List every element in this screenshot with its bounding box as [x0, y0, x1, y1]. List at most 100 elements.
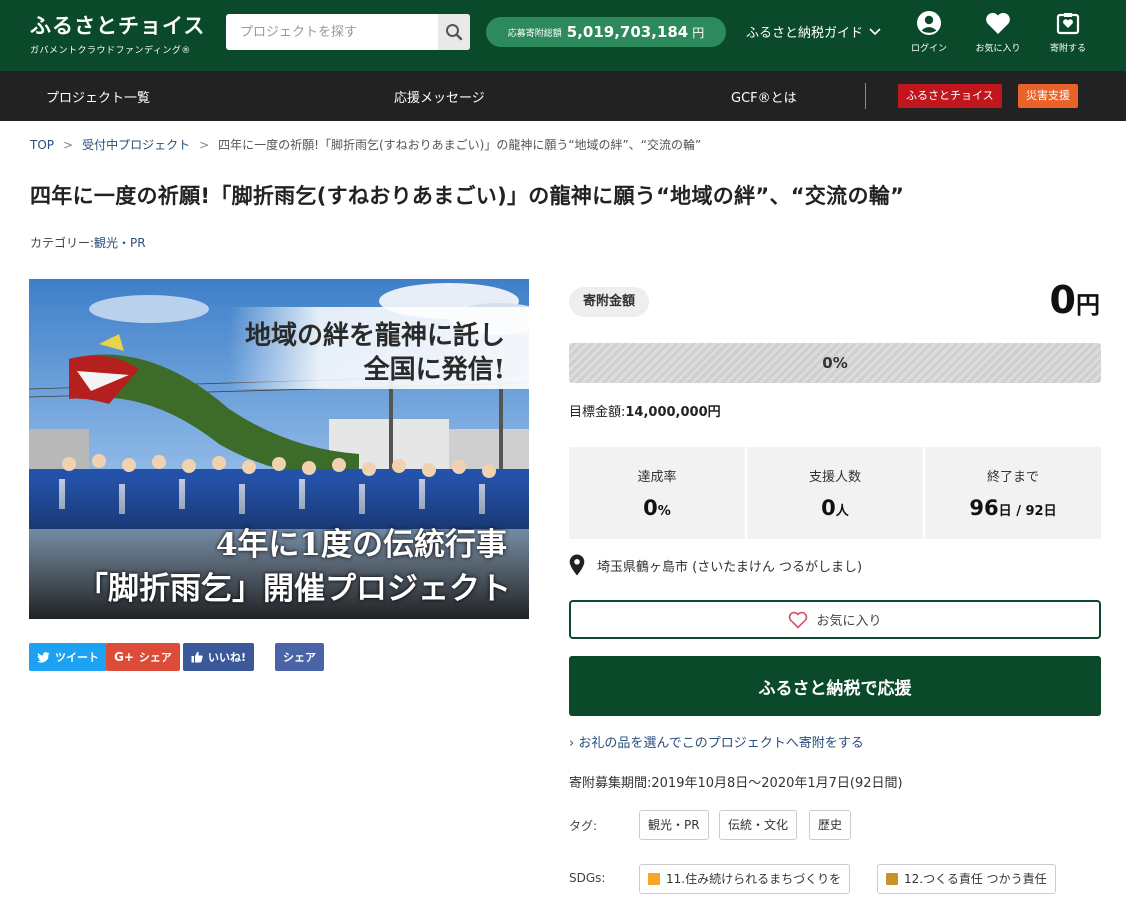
stat-time-remaining: 終了まで 96日 / 92日 [925, 447, 1101, 539]
sdgs-label: SDGs: [569, 871, 606, 885]
stat-supporters-value-line: 0人 [747, 496, 923, 520]
nav-project-list[interactable]: プロジェクト一覧 [46, 87, 150, 106]
goal-label: 目標金額: [569, 405, 626, 420]
sdg-12-label: 12.つくる責任 つかう責任 [904, 872, 1047, 886]
furusato-choice-badge[interactable]: ふるさとチョイス [898, 84, 1002, 108]
add-favorite-label: お気に入り [816, 614, 882, 629]
stat-remaining-label: 終了まで [986, 470, 1039, 485]
stat-supporters-value: 0 [821, 496, 836, 520]
search-input[interactable] [226, 14, 438, 50]
total-donation-value: 5,019,703,184 [566, 23, 689, 41]
main-nav: プロジェクト一覧 応援メッセージ GCF®とは ふるさとチョイス 災害支援 [0, 71, 1126, 121]
guide-dropdown[interactable]: ふるさと納税ガイド [746, 22, 881, 41]
furusato-tax-support-button[interactable]: ふるさと納税で応援 [569, 656, 1101, 716]
stat-achievement-rate: 達成率 0% [569, 447, 745, 539]
donate-label: 寄附する [1049, 44, 1086, 54]
donation-amount-value: 0円 [1050, 278, 1100, 322]
add-favorite-button[interactable]: お気に入り [569, 600, 1101, 639]
facebook-share-button[interactable]: シェア [275, 643, 324, 671]
donation-period: 寄附募集期間:2019年10月8日〜2020年1月7日(92日間) [569, 776, 903, 791]
tweet-button[interactable]: ツイート [29, 643, 107, 671]
donation-amount-label: 寄附金額 [569, 287, 650, 317]
breadcrumb-top[interactable]: TOP [30, 138, 54, 152]
category-link[interactable]: 観光・PR [94, 236, 146, 250]
stat-rate-value: 0 [643, 496, 658, 520]
logo-main-text: ふるさとチョイス [30, 13, 206, 38]
hero-caption-2: 全国に発信! [363, 355, 505, 385]
google-plus-icon: G+ [114, 650, 134, 664]
tag-item[interactable]: 歴史 [809, 810, 852, 840]
search-box [226, 14, 470, 50]
breadcrumb-current: 四年に一度の祈願!「脚折雨乞(すねおりあまごい)」の龍神に願う“地域の絆”、“交… [218, 138, 702, 152]
project-hero-image: 地域の絆を龍神に託し 全国に発信! 4年に1度の伝統行事 「脚折雨乞」開催プロジ… [29, 279, 529, 619]
funding-progress-bar: 0% [569, 343, 1101, 383]
sdg-item[interactable]: 11.住み続けられるまちづくりを [639, 864, 851, 894]
site-header: ふるさとチョイス ガバメントクラウドファンディング® 応募寄附総額 5,019,… [0, 0, 1126, 71]
nav-about-gcf[interactable]: GCF®とは [731, 87, 797, 106]
donation-amount-number: 0 [1049, 278, 1076, 322]
user-icon [917, 11, 941, 35]
heart-outline-icon [789, 611, 808, 629]
site-logo[interactable]: ふるさとチョイス ガバメントクラウドファンディング® [30, 10, 206, 56]
google-plus-label: シェア [138, 651, 172, 664]
facebook-share-label: シェア [283, 651, 316, 664]
goal-value: 14,000,000円 [625, 405, 721, 420]
login-label: ログイン [910, 44, 947, 54]
total-donation-label: 応募寄附総額 [507, 28, 562, 39]
favorites-label: お気に入り [975, 44, 1021, 54]
nav-divider [865, 83, 866, 109]
stat-supporters: 支援人数 0人 [747, 447, 923, 539]
tweet-label: ツイート [55, 651, 99, 664]
chevron-down-icon [869, 27, 881, 35]
logo-sub-text: ガバメントクラウドファンディング® [30, 46, 191, 56]
stat-rate-unit: % [657, 504, 671, 519]
donate-button[interactable]: 寄附する [1038, 10, 1098, 54]
stat-remaining-unit: 日 [998, 504, 1012, 519]
stat-rate-value-line: 0% [569, 496, 745, 520]
category-label: カテゴリー: [30, 236, 95, 250]
category-line: カテゴリー:観光・PR [30, 234, 146, 251]
google-plus-share-button[interactable]: G+ シェア [106, 643, 180, 671]
nav-support-messages[interactable]: 応援メッセージ [394, 87, 485, 106]
login-button[interactable]: ログイン [899, 10, 959, 54]
chevron-right-icon: › [569, 736, 575, 751]
location-text: 埼玉県鶴ヶ島市 (さいたまけん つるがしまし) [597, 559, 863, 575]
facebook-like-button[interactable]: いいね! [183, 643, 255, 671]
total-donation-unit: 円 [692, 25, 705, 40]
thumbs-up-icon [191, 651, 203, 663]
search-button[interactable] [438, 14, 470, 50]
breadcrumb: TOP > 受付中プロジェクト > 四年に一度の祈願!「脚折雨乞(すねおりあまごい)」の… [30, 136, 701, 153]
funding-progress-text: 0% [822, 354, 848, 372]
sdg-12-icon [886, 873, 898, 885]
stat-supporters-unit: 人 [835, 504, 849, 519]
disaster-support-badge[interactable]: 災害支援 [1018, 84, 1078, 108]
hero-caption-4: 「脚折雨乞」開催プロジェクト [77, 571, 511, 607]
hero-caption-3: 4年に1度の伝統行事 [215, 527, 507, 563]
sdg-11-icon [648, 873, 660, 885]
search-icon [446, 24, 463, 41]
breadcrumb-open-projects[interactable]: 受付中プロジェクト [82, 138, 190, 152]
tags-label: タグ: [569, 819, 598, 833]
project-location: 埼玉県鶴ヶ島市 (さいたまけん つるがしまし) [569, 554, 862, 576]
sdg-item[interactable]: 12.つくる責任 つかう責任 [877, 864, 1056, 894]
tag-item[interactable]: 観光・PR [639, 810, 709, 840]
tag-item[interactable]: 伝統・文化 [719, 810, 798, 840]
favorites-button[interactable]: お気に入り [968, 10, 1028, 54]
gift-select-link[interactable]: › お礼の品を選んでこのプロジェクトへ寄附をする [569, 732, 864, 751]
breadcrumb-separator: > [63, 138, 74, 152]
gift-select-label: お礼の品を選んでこのプロジェクトへ寄附をする [578, 736, 864, 751]
heart-icon [986, 12, 1010, 34]
stat-remaining-value-line: 96日 / 92日 [925, 496, 1101, 520]
breadcrumb-separator: > [199, 138, 210, 152]
total-donation-pill: 応募寄附総額 5,019,703,184 円 [486, 17, 726, 47]
donation-amount-unit: 円 [1076, 291, 1100, 319]
stat-rate-label: 達成率 [637, 470, 677, 485]
donation-box-icon [1056, 13, 1080, 35]
stat-remaining-value: 96 [969, 496, 999, 520]
page-title: 四年に一度の祈願!「脚折雨乞(すねおりあまごい)」の龍神に願う“地域の絆”、“交… [30, 184, 905, 208]
guide-label: ふるさと納税ガイド [746, 26, 864, 41]
goal-amount: 目標金額:14,000,000円 [569, 401, 721, 420]
facebook-like-label: いいね! [208, 651, 247, 664]
stat-supporters-label: 支援人数 [808, 470, 861, 485]
stat-remaining-total: / 92日 [1011, 504, 1057, 519]
